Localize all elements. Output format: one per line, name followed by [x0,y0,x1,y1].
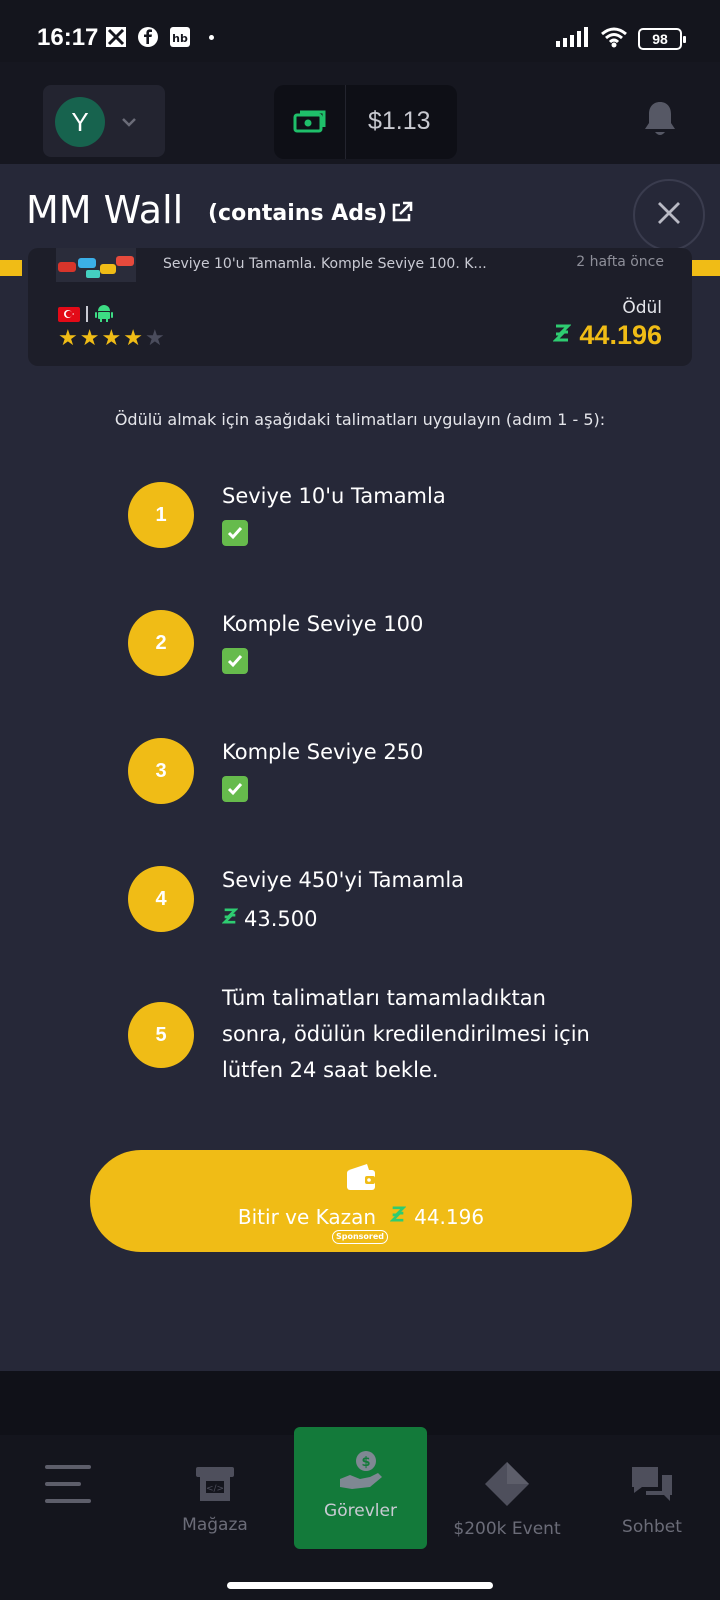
facebook-icon [137,26,159,48]
offer-card[interactable]: Seviye 10'u Tamamla. Komple Seviye 100. … [28,248,692,366]
step-number: 5 [128,1002,194,1068]
balance-value: $1.13 [368,107,431,135]
offer-thumbnail [56,248,136,282]
star-icon: ★ [123,326,143,351]
sponsored-badge: Sponsored [332,1230,388,1244]
bottom-spacer [0,1371,720,1435]
step-reward: 43.500 [221,906,318,931]
step-text: Komple Seviye 100 [222,612,424,636]
coin-icon [552,320,573,351]
offer-description: Seviye 10'u Tamamla. Komple Seviye 100. … [163,256,487,272]
sheet-subtitle: (contains Ads) [208,201,388,226]
offer-time-ago: 2 hafta önce [576,254,664,270]
notification-icons: hb [105,26,214,48]
turkey-flag-icon [58,306,80,322]
cta-label: Bitir ve Kazan [237,1204,377,1229]
home-indicator[interactable] [227,1582,493,1589]
divider [86,306,88,322]
dot-icon [209,34,214,40]
account-switcher[interactable]: Y [43,85,165,157]
bell-icon[interactable] [642,99,678,143]
android-icon [94,302,114,326]
star-icon: ★ [144,326,165,351]
finish-and-earn-button[interactable]: Bitir ve Kazan 44.196 Sponsored [90,1150,632,1252]
accent-stripe [692,260,720,276]
checkmark-icon [222,776,248,802]
nav-label: $200k Event [453,1519,561,1539]
close-button[interactable] [633,179,705,251]
nav-item-menu[interactable] [28,1435,108,1559]
app-header: Y $1.13 [0,62,720,164]
status-time: 16:17 [37,24,99,51]
nav-item-chat[interactable]: Sohbet [602,1435,702,1559]
reward-amount: 44.196 [552,320,662,351]
kite-icon [105,26,127,48]
nav-item-store[interactable]: </> Mağaza [160,1435,270,1559]
system-icons: 98 [556,26,686,52]
reward-label: Ödül [622,298,662,318]
signal-icon [556,27,590,51]
nav-label: Görevler [324,1501,397,1521]
status-bar: 16:17 hb 98 [0,0,720,62]
step-text: Tüm talimatları tamamladıktan sonra, ödü… [222,986,590,1082]
coin-icon [389,1204,407,1229]
offer-detail: Seviye 10'u Tamamla. Komple Seviye 100. … [0,248,720,1371]
balance-chip[interactable]: $1.13 [274,85,457,159]
star-icon: ★ [79,326,100,351]
step-number: 4 [128,866,194,932]
accent-stripe [0,260,22,276]
sheet-header: MM Wall (contains Ads) [0,164,720,258]
svg-text:</>: </> [206,1484,224,1494]
step-number: 3 [128,738,194,804]
wallet-icon [345,1162,377,1196]
rating-stars: ★ ★ ★ ★ ★ [58,328,165,350]
external-link-icon[interactable] [390,200,414,228]
nav-item-tasks[interactable]: $ Görevler [294,1427,427,1549]
sheet-title: MM Wall [26,188,184,232]
step-reward-value: 43.500 [244,906,318,931]
earn-icon: $ [338,1449,384,1497]
hb-icon: hb [169,26,191,48]
cta-label-group: Bitir ve Kazan 44.196 [90,1204,632,1229]
star-icon: ★ [101,326,122,351]
step-text: Seviye 10'u Tamamla [222,484,446,508]
menu-icon [45,1463,91,1509]
svg-text:$: $ [361,1455,370,1470]
avatar: Y [55,97,105,147]
chevron-down-icon [119,112,139,136]
cta-value: 44.196 [414,1204,485,1229]
step-text: Seviye 450'yi Tamamla [222,868,465,892]
store-icon: </> [194,1467,236,1507]
star-icon: ★ [58,326,78,351]
step-number: 2 [128,610,194,676]
step-text: Komple Seviye 250 [222,740,424,764]
reward-value: 44.196 [579,320,662,350]
coin-icon [221,906,239,931]
checkmark-icon [222,520,248,546]
step-number: 1 [128,482,194,548]
cash-icon [274,85,346,159]
nav-item-event[interactable]: $200k Event [442,1435,572,1559]
bottom-nav: </> Mağaza $ Görevler $200k Event Sohbet [0,1427,720,1600]
wifi-icon [600,26,628,52]
diamond-icon [484,1461,530,1511]
nav-label: Sohbet [622,1517,682,1537]
checkmark-icon [222,648,248,674]
close-icon [655,199,683,231]
hb-label: hb [172,32,188,45]
chat-icon [630,1465,674,1509]
offer-platforms [58,302,114,326]
battery-icon: 98 [638,28,686,50]
instructions-text: Ödülü almak için aşağıdaki talimatları u… [114,410,606,429]
nav-label: Mağaza [182,1515,248,1535]
